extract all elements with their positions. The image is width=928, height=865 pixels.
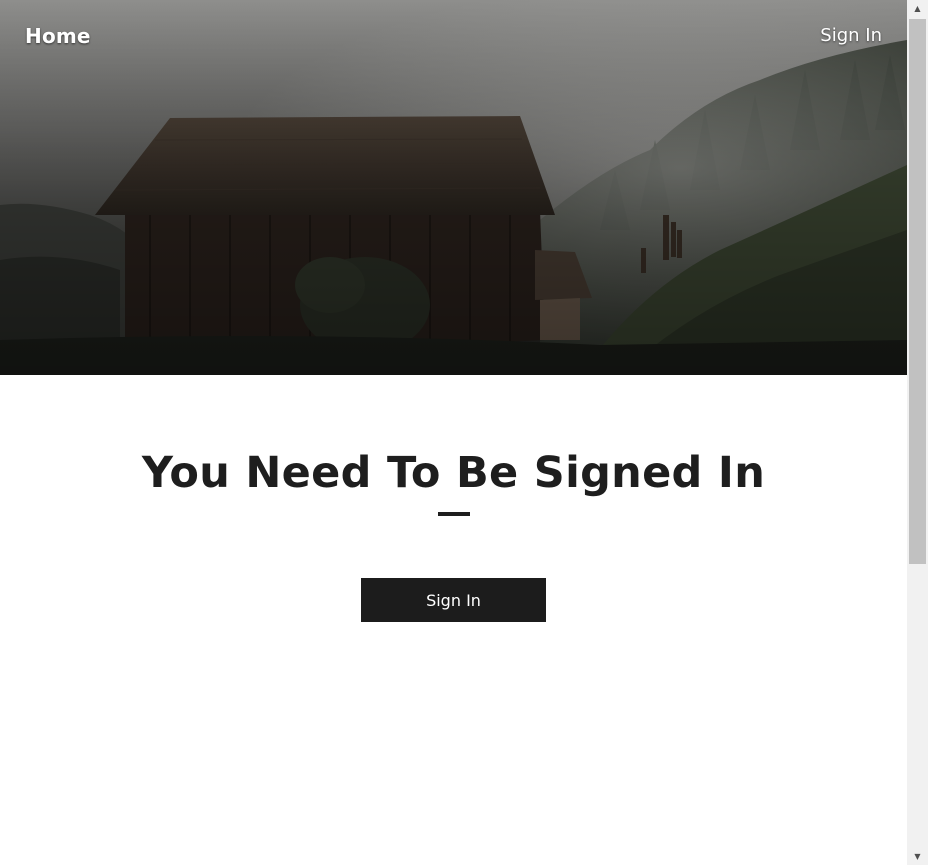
scrollbar-thumb[interactable] [909, 19, 926, 564]
scroll-down-arrow-icon[interactable]: ▼ [907, 848, 928, 865]
nav-home-link[interactable]: Home [25, 24, 91, 48]
nav-sign-in-link[interactable]: Sign In [820, 25, 882, 46]
title-underline-divider [438, 512, 470, 516]
vertical-scrollbar[interactable]: ▲ ▼ [907, 0, 928, 865]
scroll-up-arrow-icon[interactable]: ▲ [907, 0, 928, 17]
page: Home Sign In You Need To Be Signed In Si… [0, 0, 907, 865]
hero-banner: Home Sign In [0, 0, 907, 375]
page-title: You Need To Be Signed In [141, 448, 766, 498]
hero-background-image [0, 0, 907, 375]
sign-in-button[interactable]: Sign In [361, 578, 546, 622]
